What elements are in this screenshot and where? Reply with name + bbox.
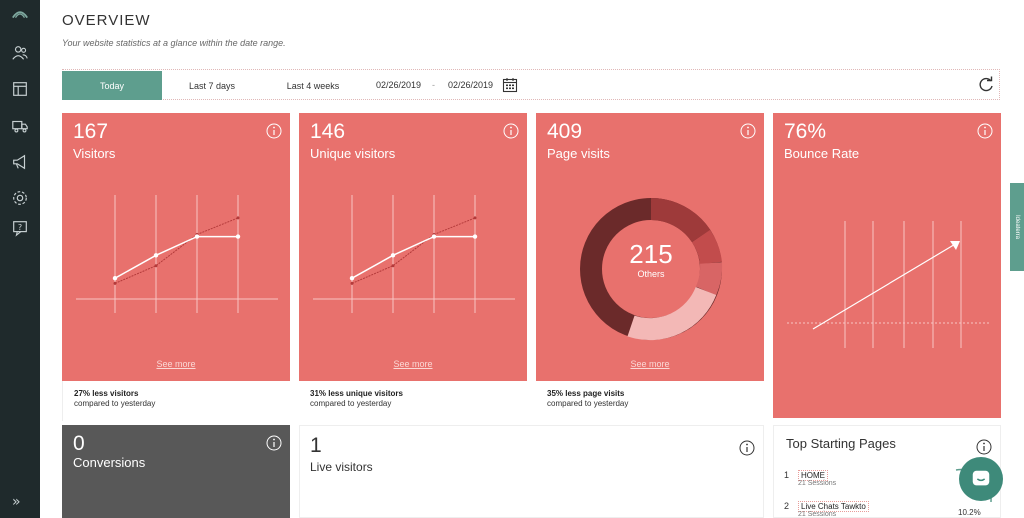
visitors-compare-subtext: compared to yesterday (74, 399, 156, 408)
page-subtitle: Your website statistics at a glance with… (62, 38, 286, 48)
top-starting-pages-title: Top Starting Pages (786, 436, 896, 451)
trend-point-current (349, 276, 355, 281)
trend-line-previous (114, 217, 239, 284)
donut-segment-others (627, 286, 717, 341)
live-visitors-card: 1 Live visitors (299, 425, 764, 518)
bounce-trend-arrow-icon (950, 241, 960, 250)
date-to-input[interactable]: 02/26/2019 (448, 70, 493, 99)
trend-point-current (235, 234, 241, 239)
page-title: OVERVIEW (62, 12, 151, 29)
trend-point-current (112, 276, 118, 281)
unique-visitors-see-more-link[interactable]: See more (299, 359, 527, 369)
trend-line-current (351, 235, 475, 279)
page-visits-compare-text: 35% less page visits (547, 389, 625, 398)
layout-icon[interactable] (10, 79, 30, 99)
page-visits-compare-subtext: compared to yesterday (547, 399, 629, 408)
trend-point-current (390, 253, 396, 258)
trend-line-current (114, 235, 238, 279)
users-icon[interactable] (10, 43, 30, 63)
donut-center-label: Others (637, 269, 665, 279)
list-item-index: 1 (784, 470, 790, 480)
visitors-trend-chart (76, 195, 278, 313)
donut-segment (695, 262, 723, 296)
chat-icon (972, 470, 990, 486)
unique-visitors-compare-subtext: compared to yesterday (310, 399, 392, 408)
donut-center-value: 215 (629, 239, 672, 269)
live-visitors-value: 1 (310, 434, 322, 457)
trend-point-previous (154, 264, 158, 268)
help-icon[interactable]: ? (10, 218, 30, 238)
info-icon[interactable] (739, 440, 755, 456)
trend-point-previous (350, 281, 354, 285)
megaphone-icon[interactable] (10, 152, 30, 172)
unique-visitors-footer: 31% less unique visitors compared to yes… (299, 381, 527, 421)
logo-icon[interactable] (10, 4, 30, 24)
list-item[interactable]: 2 Live Chats Tawkto 21 Sessions (784, 501, 869, 518)
conversions-label: Conversions (73, 455, 146, 470)
info-icon[interactable] (266, 435, 282, 451)
side-feedback-tab[interactable]: Ideaterra (1010, 183, 1024, 271)
sidebar: ? » (0, 0, 40, 518)
trend-point-current (431, 234, 437, 239)
unique-visitors-compare-text: 31% less unique visitors (310, 389, 403, 398)
svg-text:?: ? (18, 222, 22, 232)
trend-line-previous (351, 217, 476, 284)
refresh-icon[interactable] (977, 76, 995, 94)
date-range-toolbar: Today Last 7 days Last 4 weeks 02/26/201… (62, 69, 1000, 100)
visitors-footer: 27% less visitors compared to yesterday (62, 381, 290, 421)
list-item[interactable]: 1 HOME 21 Sessions (784, 470, 836, 487)
visitors-compare-text: 27% less visitors (74, 389, 139, 398)
page-visits-see-more-link[interactable]: See more (536, 359, 764, 369)
tab-last-7-days[interactable]: Last 7 days (162, 71, 262, 100)
expand-sidebar-icon[interactable]: » (12, 494, 21, 510)
bounce-rate-card: 76% Bounce Rate (773, 113, 1001, 418)
live-visitors-label: Live visitors (310, 460, 373, 474)
conversions-value: 0 (73, 432, 85, 455)
date-from-input[interactable]: 02/26/2019 (376, 70, 421, 99)
trend-point-previous (113, 281, 117, 285)
donut-segment (650, 198, 711, 243)
tab-last-4-weeks[interactable]: Last 4 weeks (262, 71, 364, 100)
info-icon[interactable] (976, 439, 992, 455)
unique-visitors-card: 146 Unique visitors See more (299, 113, 527, 381)
trend-point-previous (473, 216, 477, 220)
list-item-sessions: 21 Sessions (798, 480, 837, 487)
truck-icon[interactable] (10, 116, 30, 136)
trend-point-previous (391, 264, 395, 268)
donut-segment (691, 229, 722, 265)
visitors-see-more-link[interactable]: See more (62, 359, 290, 369)
tab-today[interactable]: Today (62, 71, 162, 100)
visitors-card: 167 Visitors See more (62, 113, 290, 381)
bounce-rate-chart (787, 221, 991, 348)
page-visits-card: 409 Page visits 215 Others See more (536, 113, 764, 381)
trend-point-current (472, 234, 478, 239)
conversions-card: 0 Conversions (62, 425, 290, 518)
unique-visitors-trend-chart (313, 195, 515, 313)
trend-point-current (194, 234, 200, 239)
calendar-icon[interactable] (502, 77, 518, 93)
top-pages-percent: 10.2% (958, 508, 981, 517)
list-item-sessions: 21 Sessions (798, 511, 837, 518)
trend-point-current (153, 253, 159, 258)
list-item-index: 2 (784, 501, 790, 511)
page-visits-footer: 35% less page visits compared to yesterd… (536, 381, 764, 421)
date-separator: - (432, 79, 435, 90)
trend-point-previous (236, 216, 240, 220)
bounce-trend-line (812, 242, 958, 330)
page-visits-donut-chart: 215 Others (580, 198, 723, 341)
gear-icon[interactable] (10, 188, 30, 208)
chat-widget-button[interactable] (959, 457, 1003, 501)
